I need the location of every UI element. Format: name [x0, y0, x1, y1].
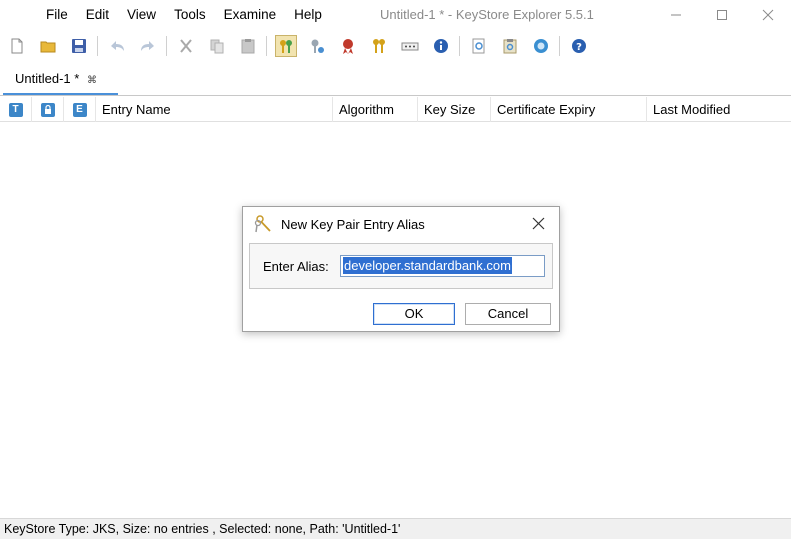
- toolbar-separator: [166, 36, 167, 56]
- menu-view[interactable]: View: [118, 0, 165, 30]
- import-trusted-cert-button[interactable]: [337, 35, 359, 57]
- column-certificate-expiry[interactable]: Certificate Expiry: [491, 97, 647, 122]
- new-icon: [11, 38, 23, 54]
- properties-icon: [434, 39, 448, 53]
- toolbar-separator: [459, 36, 460, 56]
- generate-key-pair-icon: [280, 40, 292, 53]
- open-icon: [40, 41, 56, 53]
- title-bar: File Edit View Tools Examine Help Untitl…: [0, 0, 791, 30]
- import-key-pair-button[interactable]: [368, 35, 390, 57]
- open-button[interactable]: [37, 35, 59, 57]
- dialog-title-bar: New Key Pair Entry Alias: [243, 207, 559, 241]
- tab-close-icon[interactable]: ⌘: [87, 75, 97, 86]
- tab-label: Untitled-1 *: [15, 71, 80, 86]
- import-key-pair-icon: [373, 39, 385, 53]
- copy-icon: [210, 39, 224, 54]
- expiry-icon: E: [72, 102, 87, 117]
- generate-secret-key-icon: [311, 39, 324, 53]
- column-lock-status[interactable]: [32, 97, 64, 122]
- svg-text:?: ?: [576, 42, 582, 53]
- paste-button[interactable]: [237, 35, 259, 57]
- close-window-button[interactable]: [745, 0, 791, 30]
- maximize-icon: [717, 10, 727, 20]
- menu-file[interactable]: File: [36, 0, 77, 30]
- undo-button[interactable]: [106, 35, 128, 57]
- undo-icon: [111, 41, 124, 51]
- cancel-button[interactable]: Cancel: [465, 303, 551, 325]
- menu-help[interactable]: Help: [285, 0, 331, 30]
- menu-edit[interactable]: Edit: [77, 0, 118, 30]
- alias-input[interactable]: developer.standardbank.com: [340, 255, 545, 277]
- column-last-modified[interactable]: Last Modified: [647, 97, 791, 122]
- column-expiry-status[interactable]: E: [64, 97, 96, 122]
- alias-label: Enter Alias:: [263, 259, 329, 274]
- examine-file-icon: [472, 38, 485, 54]
- tab-divider: [0, 95, 791, 96]
- column-algorithm[interactable]: Algorithm: [333, 97, 418, 122]
- key-pair-icon: [254, 215, 271, 233]
- generate-secret-key-button[interactable]: [306, 35, 328, 57]
- menu-tools[interactable]: Tools: [165, 0, 215, 30]
- import-trusted-cert-icon: [343, 39, 353, 54]
- status-bar: KeyStore Type: JKS, Size: no entries , S…: [0, 518, 791, 539]
- close-icon: [532, 217, 544, 229]
- window-title: Untitled-1 * - KeyStore Explorer 5.5.1: [380, 7, 594, 22]
- set-password-icon: [401, 42, 419, 51]
- examine-file-button[interactable]: [468, 35, 490, 57]
- redo-icon: [141, 41, 154, 51]
- close-icon: [762, 9, 774, 21]
- keystore-table-header: T E Entry Name Algorithm Key Size Certif…: [0, 97, 791, 122]
- paste-icon: [241, 39, 255, 54]
- lock-icon: [40, 102, 55, 117]
- column-key-size[interactable]: Key Size: [418, 97, 491, 122]
- menu-examine[interactable]: Examine: [215, 0, 286, 30]
- set-password-button[interactable]: [399, 35, 421, 57]
- menu-bar: File Edit View Tools Examine Help: [36, 0, 331, 30]
- cut-icon: [180, 39, 192, 53]
- save-button[interactable]: [68, 35, 90, 57]
- minimize-icon: [671, 14, 681, 16]
- column-entry-type[interactable]: T: [0, 97, 32, 122]
- tab-untitled-1[interactable]: Untitled-1 * ⌘: [5, 66, 107, 94]
- tab-strip: Untitled-1 * ⌘: [0, 62, 791, 96]
- new-button[interactable]: [6, 35, 28, 57]
- dialog-close-button[interactable]: [529, 214, 547, 232]
- entry-type-icon: T: [8, 102, 23, 117]
- alias-value: developer.standardbank.com: [343, 257, 512, 274]
- minimize-button[interactable]: [653, 0, 699, 30]
- examine-ssl-icon: [534, 39, 548, 53]
- new-key-pair-alias-dialog: New Key Pair Entry Alias Enter Alias: de…: [242, 206, 560, 332]
- column-entry-name[interactable]: Entry Name: [96, 97, 333, 122]
- toolbar-separator: [559, 36, 560, 56]
- examine-clipboard-icon: [503, 39, 517, 54]
- dialog-title: New Key Pair Entry Alias: [281, 216, 425, 232]
- cut-button[interactable]: [175, 35, 197, 57]
- generate-key-pair-button[interactable]: [275, 35, 297, 57]
- copy-button[interactable]: [206, 35, 228, 57]
- save-icon: [72, 39, 86, 53]
- help-icon: ?: [572, 39, 586, 53]
- help-button[interactable]: ?: [568, 35, 590, 57]
- examine-ssl-button[interactable]: [530, 35, 552, 57]
- alias-panel: Enter Alias: developer.standardbank.com: [249, 243, 553, 289]
- maximize-button[interactable]: [699, 0, 745, 30]
- examine-clipboard-button[interactable]: [499, 35, 521, 57]
- ok-button[interactable]: OK: [373, 303, 455, 325]
- toolbar-separator: [97, 36, 98, 56]
- window-controls: [653, 0, 791, 30]
- properties-button[interactable]: [430, 35, 452, 57]
- toolbar: ?: [0, 30, 791, 62]
- toolbar-separator: [266, 36, 267, 56]
- redo-button[interactable]: [137, 35, 159, 57]
